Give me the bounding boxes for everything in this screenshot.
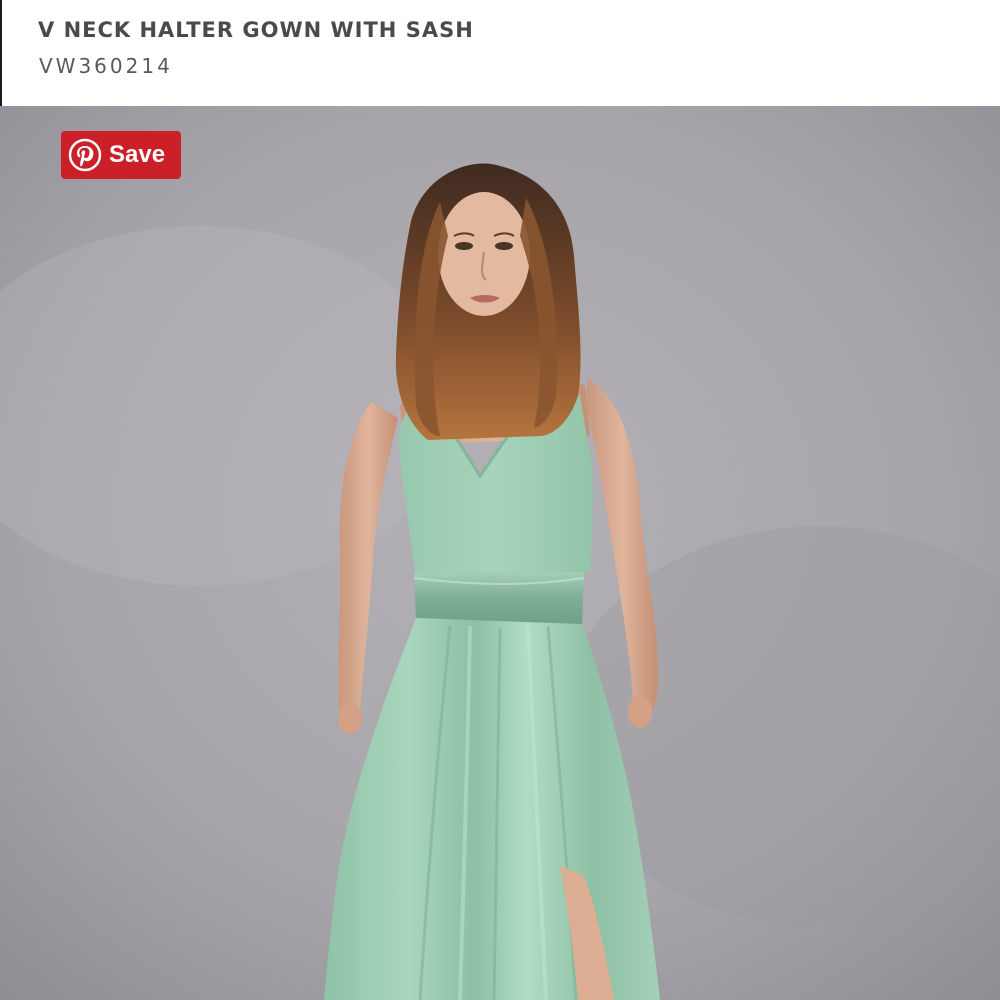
save-button-label: Save bbox=[109, 141, 166, 168]
product-photo-illustration bbox=[0, 106, 1000, 1000]
pinterest-icon bbox=[68, 138, 102, 172]
product-sku: VW360214 bbox=[39, 54, 173, 78]
product-header: V NECK HALTER GOWN WITH SASH VW360214 bbox=[0, 0, 1000, 106]
product-photo[interactable] bbox=[0, 106, 1000, 1000]
product-page: V NECK HALTER GOWN WITH SASH VW360214 Sa… bbox=[0, 0, 1000, 1000]
product-title: V NECK HALTER GOWN WITH SASH bbox=[38, 18, 474, 42]
pinterest-save-button[interactable]: Save bbox=[61, 131, 181, 179]
